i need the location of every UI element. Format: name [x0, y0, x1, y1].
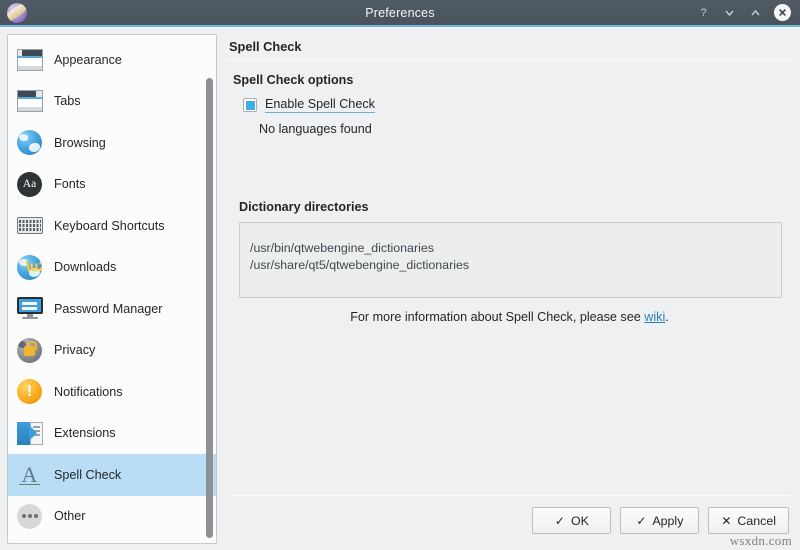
- title-divider: [227, 60, 792, 61]
- spell-check-options-heading: Spell Check options: [233, 73, 792, 87]
- sidebar-item-label: Browsing: [54, 136, 106, 150]
- settings-sidebar: Appearance Tabs Browsing Aa: [7, 34, 217, 544]
- window-title: Preferences: [0, 6, 800, 20]
- sidebar-item-label: Other: [54, 509, 86, 523]
- globe-download-icon: \u26A1: [16, 254, 43, 281]
- sidebar-item-browsing[interactable]: Browsing: [8, 122, 216, 164]
- sidebar-item-label: Appearance: [54, 53, 122, 67]
- sidebar-item-notifications[interactable]: ! Notifications: [8, 371, 216, 413]
- check-icon: ✓: [555, 515, 565, 527]
- globe-lock-icon: [16, 337, 43, 364]
- ok-button-label: OK: [571, 514, 589, 528]
- maximize-icon[interactable]: [748, 5, 763, 20]
- sidebar-item-label: Downloads: [54, 260, 116, 274]
- sidebar-item-label: Spell Check: [54, 468, 121, 482]
- window-controls: ?: [696, 4, 800, 21]
- sidebar-item-fonts[interactable]: Aa Fonts: [8, 164, 216, 206]
- sidebar-item-keyboard-shortcuts[interactable]: Keyboard Shortcuts: [8, 205, 216, 247]
- spell-check-a-icon: A: [16, 461, 43, 488]
- font-aa-icon: Aa: [16, 171, 43, 198]
- svg-text:?: ?: [700, 7, 706, 19]
- sidebar-item-privacy[interactable]: Privacy: [8, 330, 216, 372]
- sidebar-item-label: Keyboard Shortcuts: [54, 219, 165, 233]
- wiki-link[interactable]: wiki: [644, 310, 665, 324]
- sidebar-item-appearance[interactable]: Appearance: [8, 39, 216, 81]
- sidebar-item-spell-check[interactable]: A Spell Check: [8, 454, 216, 496]
- apply-button[interactable]: ✓ Apply: [620, 507, 699, 534]
- ok-button[interactable]: ✓ OK: [532, 507, 611, 534]
- monitor-icon: [16, 295, 43, 322]
- page-title: Spell Check: [227, 36, 792, 60]
- puzzle-extension-icon: [16, 420, 43, 447]
- minimize-icon[interactable]: [722, 5, 737, 20]
- window-icon: [16, 46, 43, 73]
- help-icon[interactable]: ?: [696, 5, 711, 20]
- sidebar-item-label: Password Manager: [54, 302, 163, 316]
- globe-icon: [16, 129, 43, 156]
- vertical-scrollbar[interactable]: [206, 78, 213, 538]
- info-suffix: .: [665, 310, 669, 324]
- cancel-button[interactable]: ✕ Cancel: [708, 507, 789, 534]
- dictionary-directories-heading: Dictionary directories: [239, 200, 792, 214]
- preferences-window: Preferences ? Ap: [0, 0, 800, 550]
- enable-spell-check-row[interactable]: Enable Spell Check: [243, 97, 792, 113]
- sidebar-item-label: Tabs: [54, 94, 81, 108]
- apply-button-label: Apply: [652, 514, 683, 528]
- dialog-button-row: ✓ OK ✓ Apply ✕ Cancel: [227, 507, 792, 544]
- dictionary-path: /usr/bin/qtwebengine_dictionaries: [250, 240, 781, 257]
- keyboard-icon: [16, 212, 43, 239]
- check-icon: ✓: [636, 515, 646, 527]
- sidebar-item-extensions[interactable]: Extensions: [8, 413, 216, 455]
- button-divider: [229, 495, 790, 496]
- settings-panel: Spell Check Spell Check options Enable S…: [223, 34, 794, 544]
- sidebar-item-tabs[interactable]: Tabs: [8, 81, 216, 123]
- no-languages-found-note: No languages found: [259, 122, 792, 136]
- falkon-browser-icon: [7, 3, 27, 23]
- close-icon[interactable]: [774, 4, 791, 21]
- cross-icon: ✕: [721, 515, 731, 527]
- info-prefix: For more information about Spell Check, …: [350, 310, 644, 324]
- sidebar-item-label: Notifications: [54, 385, 123, 399]
- sidebar-item-label: Fonts: [54, 177, 86, 191]
- sidebar-item-label: Extensions: [54, 426, 116, 440]
- sidebar-item-other[interactable]: Other: [8, 496, 216, 538]
- cancel-button-label: Cancel: [737, 514, 776, 528]
- ellipsis-circle-icon: [16, 503, 43, 530]
- sidebar-list: Appearance Tabs Browsing Aa: [8, 35, 216, 543]
- more-information-text: For more information about Spell Check, …: [227, 310, 792, 324]
- dictionary-directories-box: /usr/bin/qtwebengine_dictionaries /usr/s…: [239, 222, 782, 298]
- enable-spell-check-checkbox[interactable]: [243, 98, 257, 112]
- dialog-body: Appearance Tabs Browsing Aa: [0, 27, 800, 550]
- sidebar-item-downloads[interactable]: \u26A1 Downloads: [8, 247, 216, 289]
- sidebar-item-label: Privacy: [54, 343, 95, 357]
- exclamation-circle-icon: !: [16, 378, 43, 405]
- sidebar-item-password-manager[interactable]: Password Manager: [8, 288, 216, 330]
- tabs-window-icon: [16, 88, 43, 115]
- title-bar: Preferences ?: [0, 0, 800, 27]
- enable-spell-check-label: Enable Spell Check: [265, 97, 375, 113]
- dictionary-path: /usr/share/qt5/qtwebengine_dictionaries: [250, 257, 781, 274]
